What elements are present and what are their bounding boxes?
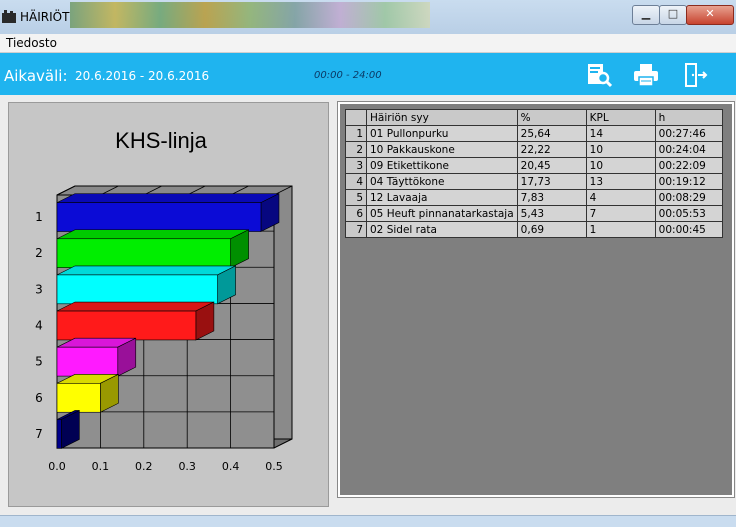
grid-header-percent[interactable]: % (516, 109, 587, 126)
y-tick-label: 4 (35, 319, 43, 333)
row-percent: 0,69 (516, 221, 587, 238)
data-grid: Häiriön syy % KPL h 1 01 Pullonpurku 25,64… (345, 109, 723, 238)
chart-panel: KHS-linja 0.0 0.1 0.2 0.3 0.4 0.5 1 2 3 4 5 6 7 (8, 102, 329, 507)
close-button[interactable]: ✕ (686, 5, 734, 25)
table-row[interactable]: 4 04 Täyttökone 17,73 13 00:19:12 (345, 173, 723, 190)
x-tick-label: 0.0 (48, 460, 66, 473)
row-index: 5 (345, 189, 367, 206)
y-tick-label: 1 (35, 210, 43, 224)
period-time[interactable]: 00:00 - 24:00 (314, 70, 382, 81)
status-bar (0, 515, 736, 527)
row-count: 4 (585, 189, 656, 206)
row-index: 4 (345, 173, 367, 190)
row-count: 7 (585, 205, 656, 222)
row-hours: 00:22:09 (654, 157, 723, 174)
bar[interactable] (56, 274, 218, 305)
row-index: 6 (345, 205, 367, 222)
row-hours: 00:08:29 (654, 189, 723, 206)
app-icon (2, 10, 16, 23)
row-reason: 05 Heuft pinnanatarkastaja (366, 205, 518, 222)
toolbar: Aikaväli: 20.6.2016 - 20.6.2016 00:00 - … (0, 53, 736, 95)
period-label: Aikaväli: (4, 67, 68, 85)
row-percent: 17,73 (516, 173, 587, 190)
row-percent: 7,83 (516, 189, 587, 206)
x-tick-label: 0.5 (265, 460, 283, 473)
x-tick-label: 0.2 (135, 460, 153, 473)
x-tick-label: 0.3 (178, 460, 196, 473)
y-tick-label: 5 (35, 355, 43, 369)
x-tick-label: 0.1 (92, 460, 110, 473)
bar[interactable] (56, 419, 62, 449)
row-index: 2 (345, 141, 367, 158)
table-row[interactable]: 2 10 Pakkauskone 22,22 10 00:24:04 (345, 141, 723, 158)
menu-bar: Tiedosto (0, 34, 736, 53)
row-reason: 09 Etikettikone (366, 157, 518, 174)
bar-top-face (56, 229, 249, 240)
title-bar: HÄIRIÖT ▁ □ ✕ (0, 0, 736, 34)
y-tick-label: 6 (35, 391, 43, 405)
table-row[interactable]: 7 02 Sidel rata 0,69 1 00:00:45 (345, 221, 723, 238)
grid-header-index[interactable] (345, 109, 367, 126)
y-tick-label: 3 (35, 282, 43, 296)
bar[interactable] (56, 238, 231, 268)
row-reason: 02 Sidel rata (366, 221, 518, 238)
row-percent: 22,22 (516, 141, 587, 158)
grid-header-row: Häiriön syy % KPL h (345, 109, 723, 126)
row-percent: 5,43 (516, 205, 587, 222)
table-row[interactable]: 3 09 Etikettikone 20,45 10 00:22:09 (345, 157, 723, 174)
table-row[interactable]: 6 05 Heuft pinnanatarkastaja 5,43 7 00:05:53 (345, 205, 723, 222)
table-row[interactable]: 1 01 Pullonpurku 25,64 14 00:27:46 (345, 125, 723, 142)
bar[interactable] (56, 310, 197, 341)
row-index: 7 (345, 221, 367, 238)
menu-file[interactable]: Tiedosto (6, 36, 57, 50)
row-hours: 00:05:53 (654, 205, 723, 222)
row-count: 1 (585, 221, 656, 238)
row-count: 14 (585, 125, 656, 142)
window-title: HÄIRIÖT (20, 10, 70, 24)
period-dates[interactable]: 20.6.2016 - 20.6.2016 (75, 69, 209, 83)
bar[interactable] (56, 346, 119, 377)
row-count: 10 (585, 141, 656, 158)
row-reason: 12 Lavaaja (366, 189, 518, 206)
x-tick-label: 0.4 (222, 460, 240, 473)
row-hours: 00:19:12 (654, 173, 723, 190)
data-grid-panel: Häiriön syy % KPL h 1 01 Pullonpurku 25,64… (337, 101, 735, 498)
row-hours: 00:27:46 (654, 125, 723, 142)
bar-top-face (56, 301, 215, 312)
search-report-icon[interactable] (586, 62, 612, 88)
row-count: 10 (585, 157, 656, 174)
y-tick-label: 2 (35, 246, 43, 260)
row-count: 13 (585, 173, 656, 190)
bar-chart: KHS-linja 0.0 0.1 0.2 0.3 0.4 0.5 1 2 3 4 5 6 7 (35, 128, 293, 473)
exit-icon[interactable] (683, 62, 709, 88)
maximize-button[interactable]: □ (659, 5, 687, 25)
chart-title: KHS-linja (115, 128, 207, 153)
bar-top-face (56, 265, 236, 276)
bar[interactable] (56, 383, 101, 413)
row-reason: 10 Pakkauskone (366, 141, 518, 158)
minimize-button[interactable]: ▁ (632, 5, 660, 25)
bar[interactable] (56, 202, 262, 232)
blurred-title-region (70, 2, 430, 28)
grid-header-hours[interactable]: h (654, 109, 723, 126)
row-index: 3 (345, 157, 367, 174)
bar-top-face (56, 193, 280, 203)
row-percent: 25,64 (516, 125, 587, 142)
printer-icon[interactable] (633, 62, 659, 88)
row-reason: 04 Täyttökone (366, 173, 518, 190)
table-row[interactable]: 5 12 Lavaaja 7,83 4 00:08:29 (345, 189, 723, 206)
row-reason: 01 Pullonpurku (366, 125, 518, 142)
grid-header-reason[interactable]: Häiriön syy (366, 109, 518, 126)
y-tick-label: 7 (35, 427, 43, 441)
row-index: 1 (345, 125, 367, 142)
row-hours: 00:24:04 (654, 141, 723, 158)
grid-header-count[interactable]: KPL (585, 109, 656, 126)
row-percent: 20,45 (516, 157, 587, 174)
row-hours: 00:00:45 (654, 221, 723, 238)
main-content: KHS-linja 0.0 0.1 0.2 0.3 0.4 0.5 1 2 3 4 5 6 7 Häiri… (0, 95, 736, 515)
